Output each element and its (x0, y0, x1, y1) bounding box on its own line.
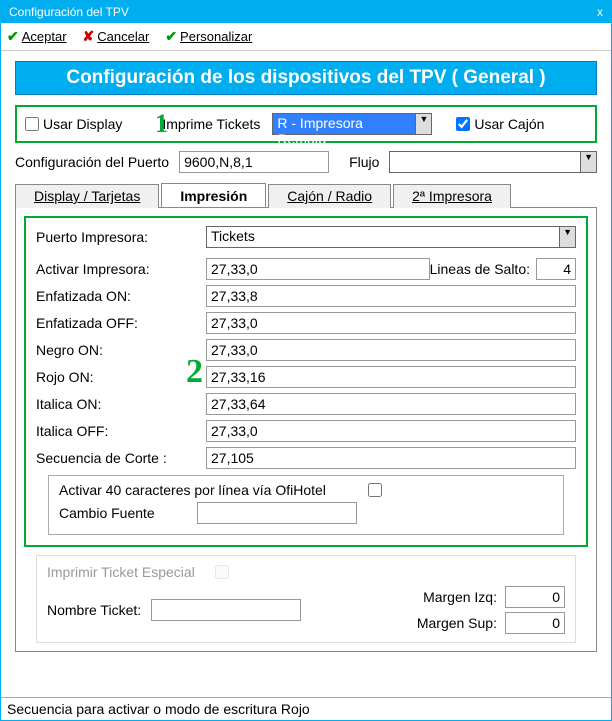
tab-impresion[interactable]: Impresión (161, 183, 266, 207)
printer-codes-box: 2 Puerto Impresora: Tickets ▼ Activar Im… (24, 216, 588, 547)
tab-impresion-label: Impresión (180, 188, 247, 204)
cambio-fuente-input[interactable] (197, 502, 357, 524)
line40-box: Activar 40 caracteres por línea vía OfiH… (48, 475, 564, 535)
activar40-label: Activar 40 caracteres por línea vía OfiH… (59, 482, 326, 498)
print-config-box: Usar Display 1 Imprime Tickets R - Impre… (15, 105, 597, 143)
lineas-input[interactable] (536, 258, 576, 280)
annotation-2: 2 (186, 353, 203, 391)
tab-2impresora-label: 2ª Impresora (412, 188, 492, 204)
activar-input[interactable] (206, 258, 430, 280)
special-print-checkbox (215, 565, 229, 579)
status-text: Secuencia para activar o modo de escritu… (7, 701, 310, 717)
margen-izq-input[interactable] (505, 586, 565, 608)
toolbar: ✔ Aceptar ✘ Cancelar ✔ Personalizar (1, 23, 611, 51)
tab-2impresora[interactable]: 2ª Impresora (393, 184, 511, 208)
check-icon: ✔ (165, 28, 177, 45)
tab-display[interactable]: Display / Tarjetas (15, 184, 159, 208)
margen-sup-input[interactable] (505, 612, 565, 634)
nombre-ticket-input[interactable] (151, 599, 301, 621)
cancel-button[interactable]: ✘ Cancelar (83, 28, 150, 45)
chevron-down-icon[interactable]: ▼ (415, 114, 431, 134)
chevron-down-icon[interactable]: ▼ (580, 152, 596, 172)
rojo-label: Rojo ON: (36, 369, 206, 385)
main-content: Configuración de los dispositivos del TP… (1, 51, 611, 652)
annotation-1: 1 (155, 109, 168, 139)
tab-panel: 2 Puerto Impresora: Tickets ▼ Activar Im… (15, 208, 597, 652)
ital-off-input[interactable] (206, 420, 576, 442)
tabs: Display / Tarjetas Impresión Cajón / Rad… (15, 183, 597, 208)
rojo-input[interactable] (206, 366, 576, 388)
cambio-fuente-label: Cambio Fuente (59, 505, 155, 521)
check-icon: ✔ (7, 28, 19, 45)
enf-off-label: Enfatizada OFF: (36, 315, 206, 331)
ital-on-input[interactable] (206, 393, 576, 415)
enf-on-input[interactable] (206, 285, 576, 307)
printer-select[interactable]: R - Impresora Remota ▼ (272, 113, 432, 135)
title-bar: Configuración del TPV x (1, 1, 611, 23)
enf-off-input[interactable] (206, 312, 576, 334)
print-tickets-label: Imprime Tickets (162, 116, 260, 132)
tab-display-label: Display / Tarjetas (34, 188, 140, 204)
banner-title: Configuración de los dispositivos del TP… (15, 61, 597, 95)
flow-select-value (390, 152, 580, 172)
tab-cajon-label: Cajón / Radio (287, 188, 372, 204)
corte-label: Secuencia de Corte : (36, 450, 206, 466)
flow-select[interactable]: ▼ (389, 151, 597, 173)
use-display-label: Usar Display (43, 116, 122, 132)
negro-input[interactable] (206, 339, 576, 361)
port-config-input[interactable] (179, 151, 329, 173)
negro-label: Negro ON: (36, 342, 206, 358)
enf-on-label: Enfatizada ON: (36, 288, 206, 304)
use-drawer-input[interactable] (456, 117, 470, 131)
puerto-select[interactable]: Tickets ▼ (206, 226, 576, 248)
use-display-checkbox[interactable]: Usar Display (25, 116, 122, 132)
use-display-input[interactable] (25, 117, 39, 131)
chevron-down-icon[interactable]: ▼ (559, 227, 575, 247)
margen-izq-label: Margen Izq: (423, 589, 497, 605)
cancel-label: Cancelar (97, 29, 149, 44)
puerto-select-value: Tickets (207, 227, 559, 247)
customize-label: Personalizar (180, 29, 252, 44)
puerto-label: Puerto Impresora: (36, 229, 206, 245)
port-config-label: Configuración del Puerto (15, 154, 169, 170)
special-print-label: Imprimir Ticket Especial (47, 564, 195, 580)
margen-sup-label: Margen Sup: (417, 615, 497, 631)
nombre-ticket-label: Nombre Ticket: (47, 602, 141, 618)
flow-label: Flujo (349, 154, 379, 170)
accept-button[interactable]: ✔ Aceptar (7, 28, 67, 45)
accept-label: Aceptar (22, 29, 67, 44)
close-icon[interactable]: x (597, 5, 603, 19)
ital-off-label: Italica OFF: (36, 423, 206, 439)
ital-on-label: Italica ON: (36, 396, 206, 412)
window-title: Configuración del TPV (9, 5, 129, 19)
use-drawer-checkbox[interactable]: Usar Cajón (456, 116, 544, 132)
special-ticket-box: Imprimir Ticket Especial Nombre Ticket: … (36, 555, 576, 643)
corte-input[interactable] (206, 447, 576, 469)
printer-select-value: R - Impresora Remota (273, 114, 415, 134)
activar-label: Activar Impresora: (36, 261, 206, 277)
tab-cajon[interactable]: Cajón / Radio (268, 184, 391, 208)
port-row: Configuración del Puerto Flujo ▼ (15, 151, 597, 173)
customize-button[interactable]: ✔ Personalizar (165, 28, 252, 45)
status-bar: Secuencia para activar o modo de escritu… (1, 697, 611, 720)
lineas-label: Lineas de Salto: (430, 261, 530, 277)
x-icon: ✘ (83, 28, 95, 45)
use-drawer-label: Usar Cajón (474, 116, 544, 132)
activar40-checkbox[interactable] (368, 483, 382, 497)
